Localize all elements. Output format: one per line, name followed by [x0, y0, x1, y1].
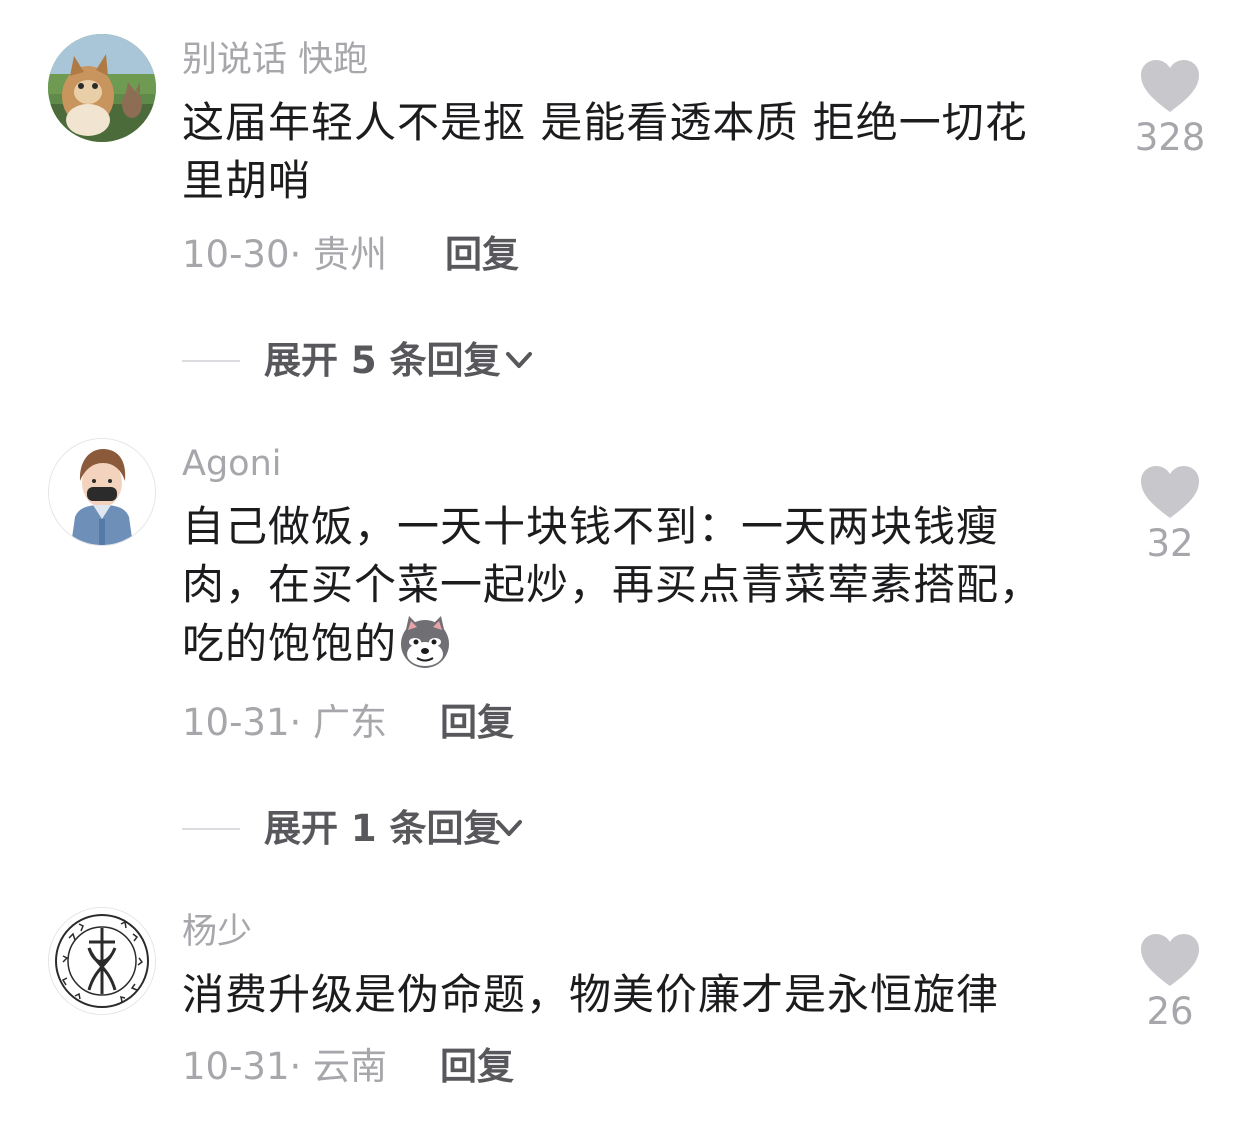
like-count: 328: [1134, 116, 1206, 159]
avatar[interactable]: [48, 438, 156, 546]
expand-replies-button[interactable]: 展开 1 条回复: [182, 806, 552, 852]
expand-replies-label: 展开 1 条回复: [264, 807, 501, 850]
reply-button[interactable]: 回复: [440, 1044, 514, 1090]
comment-content-line: 消费升级是伪命题，物美价廉才是永恒旋律: [182, 970, 1000, 1019]
comment-content: 这届年轻人不是抠 是能看透本质 拒绝一切花 里胡哨: [182, 94, 1082, 210]
chevron-down-icon: [496, 820, 522, 836]
reply-button[interactable]: 回复: [440, 700, 514, 746]
heart-icon: [1141, 60, 1199, 112]
like-count: 32: [1146, 522, 1194, 565]
heart-icon: [1141, 466, 1199, 518]
chevron-down-icon: [506, 352, 532, 368]
comment-date: 10-30: [182, 233, 290, 276]
doge-emoji: [401, 616, 450, 668]
comment-location: · 贵州: [289, 233, 388, 276]
expand-replies-label: 展开 5 条回复: [264, 339, 501, 382]
comment-content-line: 吃的饱饱的: [182, 619, 398, 668]
divider-dash: [182, 828, 240, 830]
like-button[interactable]: 32: [1118, 464, 1222, 566]
comment-date: 10-31: [182, 701, 290, 744]
comment-content-line: 肉，在买个菜一起炒，再买点青菜荤素搭配，: [182, 560, 1043, 609]
avatar[interactable]: [48, 34, 156, 142]
comment-username[interactable]: 杨少: [182, 910, 252, 954]
comment-meta: 10-30· 贵州: [182, 232, 387, 278]
divider-dash: [182, 360, 240, 362]
comment-date: 10-31: [182, 1045, 290, 1088]
expand-replies-button[interactable]: 展开 5 条回复: [182, 338, 562, 384]
like-button[interactable]: 328: [1118, 58, 1222, 160]
comment-location: · 广东: [289, 701, 388, 744]
avatar[interactable]: [48, 907, 156, 1015]
comment-username[interactable]: 别说话 快跑: [182, 38, 368, 82]
comment-content-line: 里胡哨: [182, 156, 312, 205]
reply-button[interactable]: 回复: [445, 232, 519, 278]
comment-username[interactable]: Agoni: [182, 442, 281, 486]
comment-content: 自己做饭，一天十块钱不到：一天两块钱瘦 肉，在买个菜一起炒，再买点青菜荤素搭配，…: [182, 498, 1082, 673]
like-button[interactable]: 26: [1118, 932, 1222, 1034]
comment-location: · 云南: [289, 1045, 388, 1088]
comment-content-line: 自己做饭，一天十块钱不到：一天两块钱瘦: [182, 502, 1000, 551]
comment-content-line: 这届年轻人不是抠 是能看透本质 拒绝一切花: [182, 98, 1028, 147]
comment-meta: 10-31· 云南: [182, 1044, 387, 1090]
comment-meta: 10-31· 广东: [182, 700, 387, 746]
comment-content: 消费升级是伪命题，物美价廉才是永恒旋律: [182, 966, 1082, 1024]
heart-icon: [1141, 934, 1199, 986]
comment-content-line-with-emoji: 吃的饱饱的: [182, 614, 1082, 673]
like-count: 26: [1146, 990, 1194, 1033]
